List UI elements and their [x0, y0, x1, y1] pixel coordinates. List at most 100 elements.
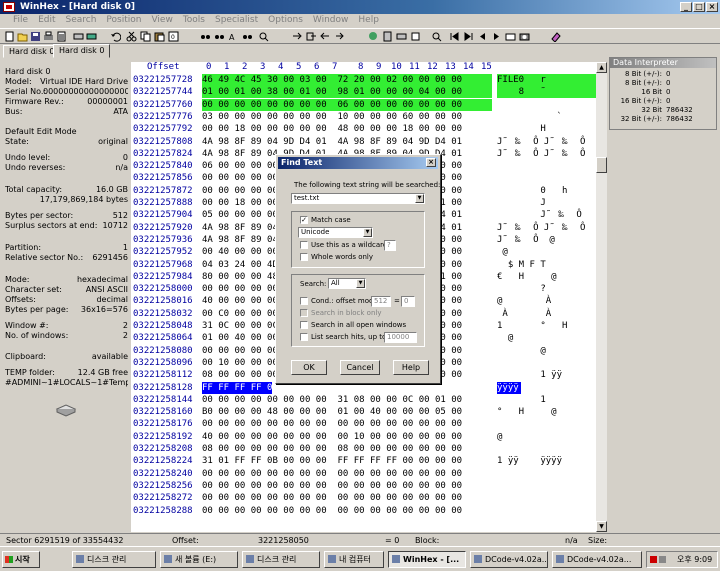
hex-row[interactable]: 03221258208 08 00 00 00 00 00 00 00 08 00…: [131, 443, 606, 455]
paste-icon[interactable]: [154, 31, 165, 42]
row-bytes[interactable]: 40 00 00 00 00 00 00 00 00 10 00 00 00 0…: [202, 431, 492, 443]
hex-row[interactable]: 03221258192 40 00 00 00 00 00 00 00 00 10…: [131, 431, 606, 443]
open-disk-icon[interactable]: [73, 31, 84, 42]
row-ascii[interactable]: @: [497, 332, 597, 344]
menu-help[interactable]: Help: [353, 14, 384, 28]
row-ascii[interactable]: `: [497, 111, 597, 123]
first-sector-icon[interactable]: [449, 31, 460, 42]
hex-row[interactable]: 03221257776 03 00 00 00 00 00 00 00 10 00…: [131, 111, 606, 123]
row-bytes[interactable]: 00 00 00 00 00 00 00 00 00 00 00 00 00 0…: [202, 468, 492, 480]
row-bytes[interactable]: 01 00 01 00 38 00 01 00 98 01 00 00 00 0…: [202, 86, 492, 99]
hex-row[interactable]: 03221257808 4A 98 8F 89 04 9D D4 01 4A 98…: [131, 136, 606, 148]
row-bytes[interactable]: 00 00 00 00 00 00 00 00 06 00 00 00 00 0…: [202, 98, 492, 111]
cond-offset-checkbox[interactable]: [300, 297, 308, 305]
row-ascii[interactable]: J˜‰ Ô J˜‰ Ô: [497, 222, 597, 234]
menu-edit[interactable]: Edit: [33, 14, 60, 28]
row-ascii[interactable]: J˜‰ Ô: [497, 209, 597, 221]
task-new-volume[interactable]: 새 볼륨 (E:): [160, 551, 238, 568]
close-button[interactable]: ×: [706, 2, 718, 12]
replace-hex-icon[interactable]: [242, 31, 253, 42]
help-button[interactable]: Help: [393, 360, 429, 375]
hex-row[interactable]: 03221258176 00 00 00 00 00 00 00 00 00 00…: [131, 418, 606, 430]
ok-button[interactable]: OK: [291, 360, 327, 375]
row-ascii[interactable]: J˜‰ Ô J˜‰ Ô: [497, 148, 597, 160]
search-scope-select[interactable]: All ▼: [328, 278, 366, 289]
row-bytes[interactable]: 03 00 00 00 00 00 00 00 10 00 00 00 60 0…: [202, 111, 492, 123]
forward-icon[interactable]: [334, 31, 345, 42]
row-ascii[interactable]: FILE0 r: [497, 74, 597, 86]
goto-offset-icon[interactable]: [292, 31, 303, 42]
cancel-button[interactable]: Cancel: [340, 360, 380, 375]
dialog-close-button[interactable]: ×: [426, 158, 436, 167]
row-ascii[interactable]: 1 ÿÿ: [497, 369, 597, 381]
calculator-icon[interactable]: [382, 31, 393, 42]
cut-icon[interactable]: [126, 31, 137, 42]
search-all-windows-checkbox[interactable]: [300, 321, 308, 329]
chevron-down-icon[interactable]: ▼: [356, 279, 365, 288]
find-text-icon[interactable]: [200, 31, 211, 42]
row-bytes[interactable]: 00 00 00 00 00 00 00 00 31 08 00 00 0C 0…: [202, 394, 492, 406]
row-ascii[interactable]: 8 ˜: [497, 86, 597, 99]
menu-view[interactable]: View: [146, 14, 177, 28]
open-file-icon[interactable]: [17, 31, 28, 42]
new-file-icon[interactable]: [4, 31, 15, 42]
list-hits-checkbox[interactable]: [300, 333, 308, 341]
row-ascii[interactable]: 1 ÿÿ ÿÿÿÿ: [497, 455, 597, 467]
tab-hard-disk-0-b[interactable]: Hard disk 0: [53, 44, 111, 58]
row-ascii[interactable]: 1 ° H: [497, 320, 597, 332]
hex-row[interactable]: 03221258160 B0 00 00 00 48 00 00 00 01 00…: [131, 406, 606, 418]
menu-search[interactable]: Search: [61, 14, 102, 28]
menu-position[interactable]: Position: [101, 14, 146, 28]
start-button[interactable]: 시작: [2, 551, 40, 568]
row-bytes[interactable]: B0 00 00 00 48 00 00 00 01 00 40 00 00 0…: [202, 406, 492, 418]
row-bytes[interactable]: 00 00 00 00 00 00 00 00 00 00 00 00 00 0…: [202, 505, 492, 517]
hex-scrollbar[interactable]: ▲ ▼: [596, 62, 607, 532]
search-text-input[interactable]: test.txt ▼: [291, 193, 425, 204]
hex-row[interactable]: 03221258272 00 00 00 00 00 00 00 00 00 00…: [131, 492, 606, 504]
save-icon[interactable]: [30, 31, 41, 42]
find-again-icon[interactable]: [258, 31, 269, 42]
hex-row[interactable]: 03221258256 00 00 00 00 00 00 00 00 00 00…: [131, 480, 606, 492]
wipe-icon[interactable]: [410, 31, 421, 42]
hex-row[interactable]: 03221258288 00 00 00 00 00 00 00 00 00 00…: [131, 505, 606, 517]
row-bytes[interactable]: 00 00 00 00 00 00 00 00 00 00 00 00 00 0…: [202, 492, 492, 504]
disk-tools-icon[interactable]: [368, 31, 379, 42]
clone-disk-icon[interactable]: [396, 31, 407, 42]
paste-zero-icon[interactable]: 0: [168, 31, 179, 42]
chevron-down-icon[interactable]: ▼: [415, 194, 424, 203]
row-ascii[interactable]: J: [497, 197, 597, 209]
row-ascii[interactable]: € H @: [497, 271, 597, 283]
hex-row[interactable]: 03221258240 00 00 00 00 00 00 00 00 00 00…: [131, 468, 606, 480]
menu-file[interactable]: File: [8, 14, 33, 28]
tray-ime-icon[interactable]: [650, 556, 657, 563]
hex-row[interactable]: 03221257760 00 00 00 00 00 00 00 00 06 00…: [131, 98, 606, 111]
menu-window[interactable]: Window: [308, 14, 354, 28]
search-icon[interactable]: [431, 31, 442, 42]
row-ascii[interactable]: @: [497, 246, 597, 258]
wildcard-char-input[interactable]: ?: [384, 240, 396, 251]
camera-icon[interactable]: [519, 31, 530, 42]
task-my-computer[interactable]: 내 컴퓨터: [324, 551, 384, 568]
row-ascii[interactable]: 1: [497, 394, 597, 406]
scroll-up-button[interactable]: ▲: [596, 62, 607, 73]
row-ascii[interactable]: @: [497, 345, 597, 357]
menu-options[interactable]: Options: [263, 14, 308, 28]
print-icon[interactable]: [43, 31, 54, 42]
maximize-button[interactable]: □: [693, 2, 705, 12]
undo-icon[interactable]: [110, 31, 121, 42]
menu-tools[interactable]: Tools: [178, 14, 210, 28]
scroll-down-button[interactable]: ▼: [596, 521, 607, 532]
list-max-input[interactable]: 10000: [384, 332, 417, 343]
cond-mod-input[interactable]: 512: [371, 296, 391, 307]
task-disk-mgmt-2[interactable]: 디스크 관리: [242, 551, 320, 568]
snapshot-icon[interactable]: [505, 31, 516, 42]
task-disk-mgmt-1[interactable]: 디스크 관리: [72, 551, 156, 568]
task-winhex[interactable]: WinHex - [...: [388, 551, 466, 568]
whole-words-checkbox[interactable]: [300, 253, 308, 261]
task-dcode-1[interactable]: DCode-v4.02a...: [470, 551, 548, 568]
eraser-icon[interactable]: [550, 31, 561, 42]
hex-row[interactable]: 03221258224 31 01 FF FF 0B 00 00 00 FF FF…: [131, 455, 606, 467]
cond-value-input[interactable]: 0: [401, 296, 415, 307]
match-case-checkbox[interactable]: ✓: [300, 216, 308, 224]
scroll-thumb[interactable]: [596, 157, 607, 173]
